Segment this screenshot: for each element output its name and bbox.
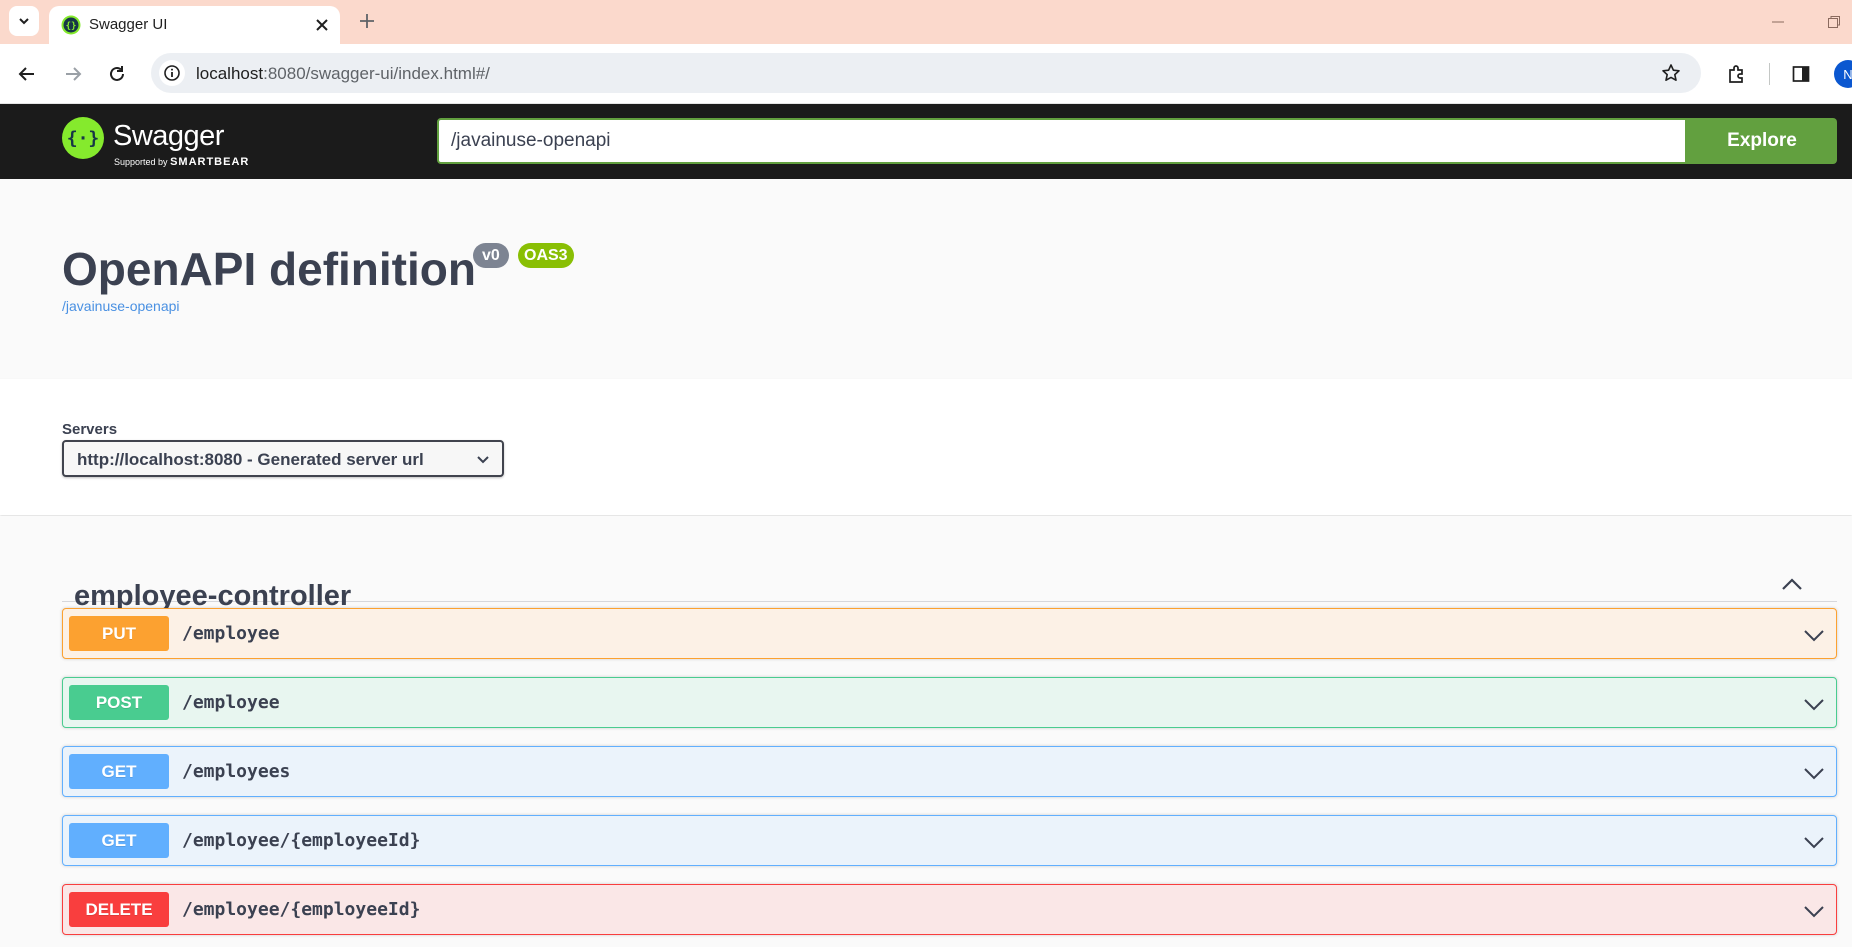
window-restore-button[interactable] [1822, 10, 1846, 34]
operation-path: /employee/{employeeId} [182, 830, 421, 851]
operation-path: /employee/{employeeId} [182, 899, 421, 920]
version-badge: v0 [473, 243, 509, 268]
swagger-favicon-icon: {} [61, 15, 81, 35]
supported-by-label: Supported by [114, 157, 168, 167]
operation-put-employee[interactable]: PUT /employee [62, 608, 1837, 659]
collapse-tag-button[interactable] [1777, 570, 1807, 600]
forward-button[interactable] [58, 59, 88, 89]
address-url: localhost:8080/swagger-ui/index.html#/ [196, 64, 490, 84]
close-icon [316, 19, 328, 31]
spec-url-link[interactable]: /javainuse-openapi [62, 298, 180, 314]
operation-delete-employee-by-id[interactable]: DELETE /employee/{employeeId} [62, 884, 1837, 935]
chevron-down-icon [19, 18, 29, 25]
url-path: :8080/swagger-ui/index.html#/ [263, 64, 490, 83]
api-info-section: OpenAPI definition v0 OAS3 /javainuse-op… [0, 179, 1852, 379]
star-icon [1662, 64, 1680, 81]
chevron-down-icon [1801, 898, 1827, 924]
restore-icon [1828, 16, 1840, 28]
chevron-down-icon [1801, 622, 1827, 648]
new-tab-button[interactable] [354, 8, 380, 34]
window-minimize-button[interactable] [1766, 10, 1790, 34]
swagger-logo-icon[interactable]: {·} [61, 116, 105, 160]
reload-button[interactable] [102, 59, 132, 89]
operation-get-employee-by-id[interactable]: GET /employee/{employeeId} [62, 815, 1837, 866]
smartbear-label: SMARTBEAR [170, 156, 250, 168]
operation-path: /employee [182, 692, 280, 713]
chevron-up-icon [1782, 578, 1802, 590]
operation-get-employees[interactable]: GET /employees [62, 746, 1837, 797]
browser-toolbar: localhost:8080/swagger-ui/index.html#/ N [0, 44, 1852, 104]
svg-text:{·}: {·} [67, 128, 100, 149]
supported-by-text: Supported by SMARTBEAR [114, 156, 249, 168]
info-icon [164, 65, 180, 81]
url-host: localhost [196, 64, 264, 83]
bookmark-button[interactable] [1659, 61, 1683, 85]
profile-avatar[interactable]: N [1834, 60, 1852, 88]
browser-tab-active[interactable]: {} Swagger UI [49, 6, 340, 44]
minimize-icon [1772, 21, 1784, 23]
arrow-left-icon [18, 67, 34, 81]
site-info-button[interactable] [159, 60, 185, 86]
oas-badge: OAS3 [518, 243, 574, 268]
servers-selected-value: http://localhost:8080 - Generated server… [77, 450, 424, 469]
method-badge: PUT [69, 616, 169, 651]
servers-section: Servers http://localhost:8080 - Generate… [0, 379, 1852, 515]
api-title: OpenAPI definition [62, 243, 476, 295]
method-badge: GET [69, 754, 169, 789]
method-badge: DELETE [69, 892, 169, 927]
servers-label: Servers [62, 421, 118, 438]
operations-section: employee-controller PUT /employee POST /… [0, 516, 1852, 947]
browser-tab-strip: {} Swagger UI [0, 0, 1852, 44]
chevron-down-icon [474, 450, 492, 468]
operation-path: /employees [182, 761, 291, 782]
plus-icon [360, 14, 374, 28]
tab-search-button[interactable] [9, 6, 39, 36]
explore-button[interactable]: Explore [1687, 118, 1837, 164]
reload-icon [110, 66, 124, 81]
svg-text:{}: {} [66, 22, 77, 32]
tab-title: Swagger UI [89, 16, 168, 33]
back-button[interactable] [12, 59, 42, 89]
chevron-down-icon [1801, 760, 1827, 786]
side-panel-button[interactable] [1786, 59, 1816, 89]
method-badge: GET [69, 823, 169, 858]
swagger-brand: Swagger [113, 120, 224, 152]
puzzle-icon [1729, 65, 1743, 83]
chevron-down-icon [1801, 829, 1827, 855]
servers-select[interactable]: http://localhost:8080 - Generated server… [62, 440, 504, 477]
tab-close-button[interactable] [311, 14, 333, 36]
address-bar[interactable]: localhost:8080/swagger-ui/index.html#/ [151, 53, 1701, 93]
extensions-button[interactable] [1722, 59, 1752, 89]
spec-url-input[interactable] [437, 118, 1687, 164]
chevron-down-icon [1801, 691, 1827, 717]
method-badge: POST [69, 685, 169, 720]
tag-section-header[interactable]: employee-controller [62, 546, 1837, 612]
side-panel-icon [1792, 66, 1810, 82]
swagger-topbar: {·} Swagger Supported by SMARTBEAR Explo… [0, 104, 1852, 179]
toolbar-divider [1769, 63, 1770, 85]
operation-post-employee[interactable]: POST /employee [62, 677, 1837, 728]
arrow-right-icon [66, 67, 82, 81]
operation-path: /employee [182, 623, 280, 644]
